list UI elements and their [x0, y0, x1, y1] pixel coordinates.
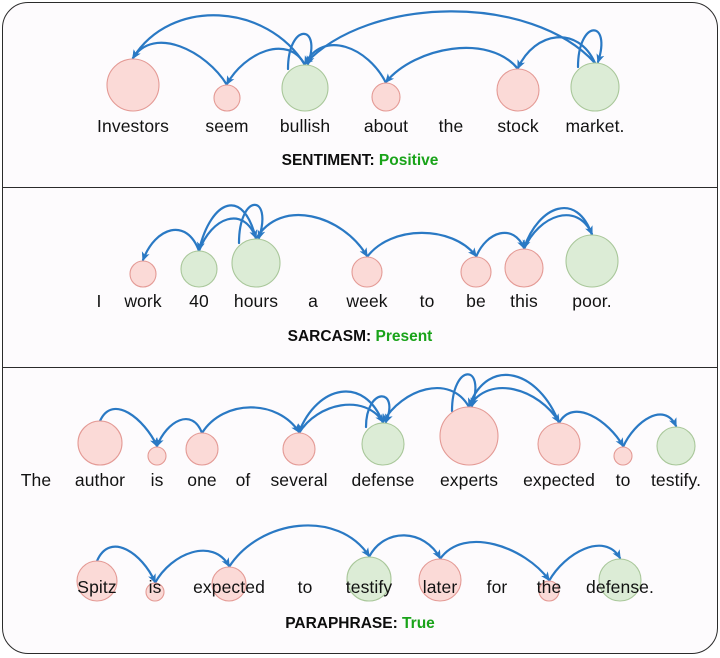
token-node	[129, 260, 157, 288]
token-node	[613, 446, 633, 466]
token-word: defense.	[586, 577, 654, 597]
panel-sentiment: Investors seem bullish about the stock market.…	[3, 3, 717, 181]
token-words-sarcasm: Iwork 40 hours a week to be this poor.	[3, 288, 717, 314]
token-words-paraphrase-row2: Spitz is expected to testify later for the defen…	[3, 574, 717, 600]
token-word: the	[438, 116, 464, 136]
token-nodes-paraphrase-row2	[76, 556, 642, 602]
attention-visualization-figure: Investors seem bullish about the stock market.…	[2, 2, 718, 654]
token-words-paraphrase-row1: The author is one of several defense experts exp…	[3, 467, 717, 493]
token-node	[147, 446, 167, 466]
token-word: for	[486, 577, 508, 597]
token-node	[231, 238, 281, 288]
token-word: testify.	[650, 470, 702, 490]
token-node	[460, 256, 492, 288]
token-word: several	[270, 470, 328, 490]
token-word: work	[124, 291, 162, 311]
token-word: the	[536, 577, 562, 597]
token-word: Spitz	[77, 577, 117, 597]
token-word: experts	[439, 470, 499, 490]
token-word: seem	[205, 116, 249, 136]
token-word: of	[235, 470, 251, 490]
panel-divider-1	[3, 187, 717, 188]
token-node	[439, 406, 499, 466]
token-node	[565, 234, 619, 288]
token-node	[656, 426, 696, 466]
token-word: expected	[523, 470, 595, 490]
token-word: Investors	[97, 116, 169, 136]
caption-sentiment: SENTIMENT: Positive	[3, 152, 717, 170]
token-word: testify	[345, 577, 393, 597]
token-word: about	[363, 116, 409, 136]
token-word: this	[510, 291, 538, 311]
token-word: week	[346, 291, 388, 311]
token-node	[185, 432, 219, 466]
token-word: to	[615, 470, 631, 490]
token-node	[570, 62, 620, 112]
token-word: expected	[193, 577, 265, 597]
token-word: poor.	[572, 291, 612, 311]
token-word: to	[419, 291, 435, 311]
caption-label-sentiment: SENTIMENT:	[281, 152, 375, 169]
panel-sarcasm: Iwork 40 hours a week to be this poor. SARCASM: …	[3, 189, 717, 361]
token-node	[537, 422, 581, 466]
caption-label-sarcasm: SARCASM:	[287, 328, 372, 345]
token-word: is	[150, 470, 164, 490]
token-word: 40	[189, 291, 209, 311]
token-node	[351, 256, 383, 288]
caption-value-sarcasm: Present	[375, 328, 433, 345]
panel-divider-2	[3, 367, 717, 368]
token-word: defense	[351, 470, 415, 490]
token-word: to	[297, 577, 313, 597]
token-node	[504, 248, 544, 288]
token-word: The	[20, 470, 52, 490]
token-node	[213, 84, 241, 112]
token-word: stock	[497, 116, 539, 136]
caption-label-paraphrase: PARAPHRASE:	[285, 615, 398, 632]
token-node	[361, 422, 405, 466]
token-node	[282, 432, 316, 466]
token-node	[371, 82, 401, 112]
caption-value-paraphrase: True	[402, 615, 435, 632]
caption-value-sentiment: Positive	[378, 152, 439, 169]
token-word: I	[96, 291, 102, 311]
token-word: hours	[233, 291, 279, 311]
token-word: later	[422, 577, 458, 597]
caption-sarcasm: SARCASM: Present	[3, 328, 717, 346]
token-word: bullish	[279, 116, 331, 136]
caption-paraphrase: PARAPHRASE: True	[3, 615, 717, 633]
token-node	[180, 250, 218, 288]
token-word: a	[308, 291, 318, 311]
token-node	[281, 64, 329, 112]
token-node	[106, 58, 160, 112]
token-word: one	[187, 470, 217, 490]
token-word: is	[148, 577, 162, 597]
token-words-sentiment: Investors seem bullish about the stock market.	[3, 113, 717, 139]
token-word: author	[74, 470, 126, 490]
token-word: be	[466, 291, 486, 311]
token-node	[77, 420, 123, 466]
panel-paraphrase: The author is one of several defense experts exp…	[3, 369, 717, 653]
token-word: market.	[565, 116, 625, 136]
token-node	[496, 68, 540, 112]
